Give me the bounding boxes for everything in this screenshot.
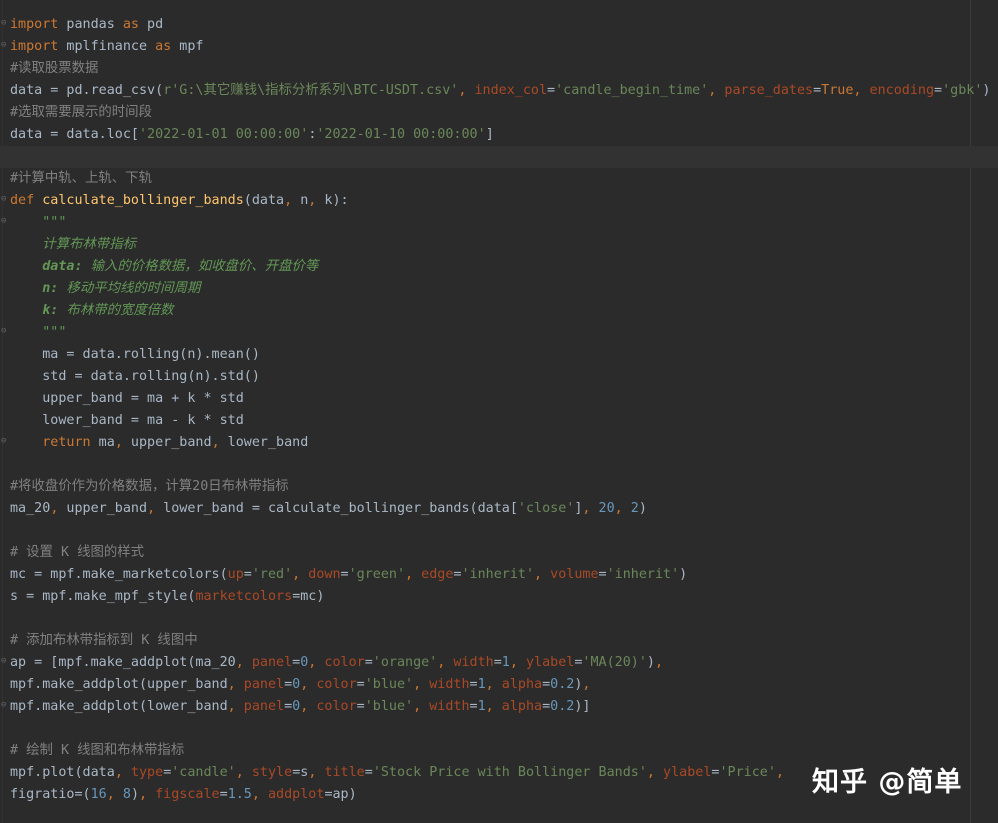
code-line[interactable]: mpf.make_addplot(lower_band, panel=0, co… — [10, 696, 590, 718]
code-line[interactable]: n: 移动平均线的时间周期 — [10, 278, 200, 300]
code-line[interactable]: mc = mpf.make_marketcolors(up='red', dow… — [10, 564, 687, 586]
fold-marker-icon[interactable]: ⊖ — [1, 195, 8, 204]
code-line[interactable]: # 添加布林带指标到 K 线图中 — [10, 630, 198, 652]
code-line[interactable]: ma = data.rolling(n).mean() — [10, 344, 260, 366]
code-line[interactable]: # 绘制 K 线图和布林带指标 — [10, 740, 184, 762]
code-line[interactable]: #将收盘价作为价格数据，计算20日布林带指标 — [10, 476, 289, 498]
code-line[interactable]: """ — [10, 212, 66, 234]
code-line[interactable]: """ — [10, 322, 66, 344]
code-line[interactable]: #读取股票数据 — [10, 58, 98, 80]
fold-marker-icon[interactable]: ⊖ — [1, 437, 8, 446]
code-line[interactable]: import mplfinance as mpf — [10, 36, 204, 58]
code-line[interactable]: upper_band = ma + k * std — [10, 388, 244, 410]
code-line[interactable]: 计算布林带指标 — [10, 234, 136, 256]
code-line[interactable]: mpf.plot(data, type='candle', style=s, t… — [10, 762, 784, 784]
code-line[interactable]: std = data.rolling(n).std() — [10, 366, 260, 388]
fold-marker-icon[interactable]: ⊖ — [1, 327, 8, 336]
code-line[interactable]: ap = [mpf.make_addplot(ma_20, panel=0, c… — [10, 652, 663, 674]
code-line[interactable]: def calculate_bollinger_bands(data, n, k… — [10, 190, 349, 212]
fold-marker-icon[interactable]: ⊖ — [1, 217, 8, 226]
current-line-highlight — [0, 146, 998, 168]
fold-marker-icon[interactable]: ⊖ — [1, 41, 8, 50]
code-line[interactable]: figratio=(16, 8), figscale=1.5, addplot=… — [10, 784, 357, 806]
fold-marker-icon[interactable]: ⊖ — [1, 19, 8, 28]
code-line[interactable]: s = mpf.make_mpf_style(marketcolors=mc) — [10, 586, 324, 608]
watermark-text: 知乎 @简单 — [812, 767, 963, 798]
code-line[interactable]: #选取需要展示的时间段 — [10, 102, 152, 124]
code-editor[interactable]: ⊖ ⊖ ⊖ ⊖ ⊖ ⊖ ⊖ ⊖ import pandas as pd impor… — [0, 0, 998, 823]
code-line[interactable]: return ma, upper_band, lower_band — [10, 432, 308, 454]
code-line[interactable]: k: 布林带的宽度倍数 — [10, 300, 173, 322]
code-line[interactable]: data: 输入的价格数据，如收盘价、开盘价等 — [10, 256, 318, 278]
code-line[interactable]: lower_band = ma - k * std — [10, 410, 244, 432]
fold-marker-icon[interactable]: ⊖ — [1, 701, 8, 710]
code-line[interactable]: data = data.loc['2022-01-01 00:00:00':'2… — [10, 124, 494, 146]
code-line[interactable]: ma_20, upper_band, lower_band = calculat… — [10, 498, 647, 520]
fold-marker-icon[interactable]: ⊖ — [1, 657, 8, 666]
right-margin-guide — [970, 0, 971, 823]
code-line[interactable]: #计算中轨、上轨、下轨 — [10, 168, 152, 190]
code-line[interactable]: import pandas as pd — [10, 14, 163, 36]
code-line[interactable]: data = pd.read_csv(r'G:\其它赚钱\指标分析系列\BTC-… — [10, 80, 990, 102]
code-line[interactable]: # 设置 K 线图的样式 — [10, 542, 144, 564]
code-line[interactable]: mpf.make_addplot(upper_band, panel=0, co… — [10, 674, 590, 696]
